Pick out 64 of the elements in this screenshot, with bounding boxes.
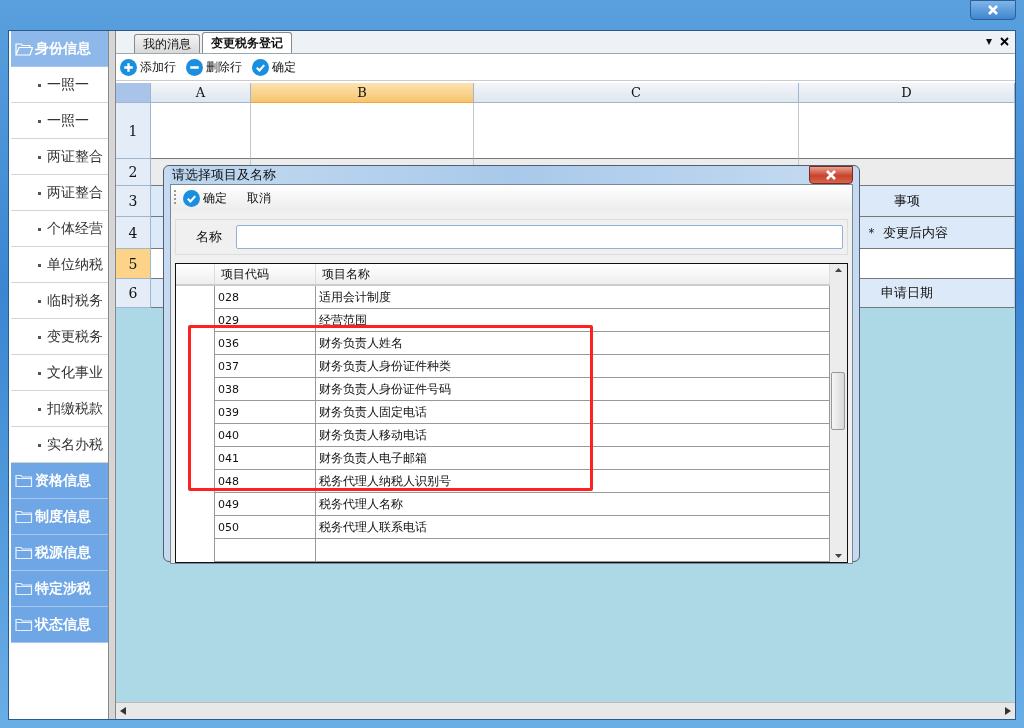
row-header[interactable]: 2 bbox=[116, 159, 151, 186]
folder-icon bbox=[15, 581, 33, 596]
table-cell: 财务负责人固定电话 bbox=[316, 401, 830, 424]
tab[interactable]: 变更税务登记 bbox=[202, 32, 292, 53]
table-cell: 038 bbox=[215, 378, 316, 401]
scrollbar-thumb[interactable] bbox=[831, 372, 845, 430]
dialog-toolbar-button[interactable]: 确定 bbox=[183, 189, 227, 207]
close-icon bbox=[987, 5, 999, 15]
folder-icon bbox=[15, 509, 33, 524]
table-cell: 049 bbox=[215, 493, 316, 516]
column-header[interactable]: C bbox=[474, 83, 799, 103]
row-header[interactable]: 6 bbox=[116, 279, 151, 308]
toolbar-button[interactable]: 添加行 bbox=[120, 58, 176, 76]
column-header[interactable]: D bbox=[799, 83, 1015, 103]
folder-icon bbox=[15, 473, 33, 488]
check-icon bbox=[183, 189, 200, 207]
close-icon bbox=[825, 170, 837, 180]
table-cell: 040 bbox=[215, 424, 316, 447]
folder-icon bbox=[15, 617, 33, 632]
toolbar-button[interactable]: 确定 bbox=[252, 58, 296, 76]
table-cell: 财务负责人身份证件号码 bbox=[316, 378, 830, 401]
dialog-toolbar-button[interactable]: 取消 bbox=[247, 189, 271, 207]
minus-icon bbox=[186, 58, 203, 76]
right-arrow-icon[interactable] bbox=[1005, 707, 1011, 715]
vertical-scrollbar[interactable] bbox=[830, 264, 847, 562]
column-header[interactable]: 项目代码 bbox=[215, 264, 316, 284]
table-cell: 税务代理人联系电话 bbox=[316, 516, 830, 539]
tab-menu-button[interactable]: ▾ bbox=[985, 34, 992, 48]
left-arrow-icon[interactable] bbox=[120, 707, 126, 715]
toolbar-button[interactable]: 删除行 bbox=[186, 58, 242, 76]
check-icon bbox=[252, 58, 269, 76]
table-cell: 财务负责人身份证件种类 bbox=[316, 355, 830, 378]
column-header[interactable]: B bbox=[251, 83, 474, 103]
tab[interactable]: 我的消息 bbox=[134, 34, 200, 53]
column-header[interactable]: A bbox=[151, 83, 251, 103]
dialog-title: 请选择项目及名称 bbox=[170, 166, 276, 184]
table-cell: 财务负责人移动电话 bbox=[316, 424, 830, 447]
close-icon[interactable] bbox=[1000, 36, 1009, 46]
table-cell: 039 bbox=[215, 401, 316, 424]
table-cell: 041 bbox=[215, 447, 316, 470]
table-cell: 税务代理人名称 bbox=[316, 493, 830, 516]
dialog-close-button[interactable] bbox=[809, 166, 853, 184]
field-label: 名称 bbox=[196, 228, 222, 246]
up-arrow-icon[interactable] bbox=[835, 268, 842, 272]
close-button[interactable] bbox=[970, 0, 1016, 20]
down-arrow-icon[interactable] bbox=[835, 554, 842, 558]
table-cell: 048 bbox=[215, 470, 316, 493]
row-header[interactable]: 4 bbox=[116, 217, 151, 249]
folder-icon bbox=[15, 545, 33, 560]
table-cell: 适用会计制度 bbox=[316, 286, 830, 309]
table-cell: 财务负责人电子邮箱 bbox=[316, 447, 830, 470]
row-header[interactable]: 1 bbox=[116, 103, 151, 159]
row-header[interactable]: 5 bbox=[116, 249, 151, 279]
row-header[interactable]: 3 bbox=[116, 186, 151, 217]
plus-icon bbox=[120, 58, 137, 76]
table-cell: 028 bbox=[215, 286, 316, 309]
table-cell: 050 bbox=[215, 516, 316, 539]
name-field[interactable] bbox=[236, 225, 843, 249]
open-folder-icon bbox=[15, 41, 33, 56]
table-cell: 037 bbox=[215, 355, 316, 378]
table-cell: 036 bbox=[215, 332, 316, 355]
table-cell: 税务代理人纳税人识别号 bbox=[316, 470, 830, 493]
horizontal-scrollbar[interactable] bbox=[116, 702, 1015, 719]
table-cell: 财务负责人姓名 bbox=[316, 332, 830, 355]
